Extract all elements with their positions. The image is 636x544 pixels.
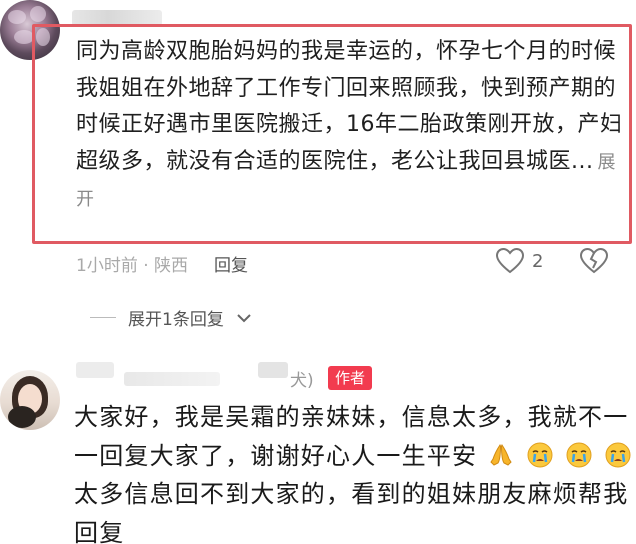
praying-hands-emoji [490, 443, 512, 466]
comment-time-location: 1小时前 · 陕西 [76, 255, 189, 276]
divider-line [90, 317, 116, 318]
author-avatar[interactable] [0, 370, 60, 430]
reply-button[interactable]: 回复 [214, 251, 248, 276]
crying-face-emoji [605, 442, 631, 467]
dislike-button[interactable] [579, 247, 609, 278]
crying-face-emoji [566, 442, 592, 467]
author-comment-line2: 太多信息回不到大家的，看到的姐妹朋友麻烦帮我回复 [74, 480, 629, 544]
like-button[interactable]: 2 [496, 248, 543, 274]
crying-face-emoji [527, 442, 553, 467]
comment-meta: 1小时前 · 陕西 回复 [76, 248, 248, 278]
comment-text: 同为高龄双胞胎妈妈的我是幸运的，怀孕七个月的时候我姐姐在外地辞了工作专门回来照顾… [76, 39, 623, 210]
blurred-username-part [258, 362, 288, 378]
heart-icon [496, 248, 524, 274]
username-suffix: 犬) [290, 371, 314, 391]
expand-replies-label: 展开1条回复 [128, 310, 224, 330]
blurred-username-part [76, 362, 114, 378]
broken-heart-icon [579, 247, 609, 274]
author-badge: 作者 [328, 366, 373, 390]
chevron-down-icon [237, 313, 251, 322]
author-comment-text: 大家好，我是吴霜的亲妹妹，信息太多，我就不一一回复大家了，谢谢好心人一生平安 太… [74, 398, 634, 544]
expand-replies-button[interactable]: 展开1条回复 [90, 305, 252, 330]
like-count: 2 [532, 250, 544, 272]
blurred-username-part [124, 372, 220, 386]
